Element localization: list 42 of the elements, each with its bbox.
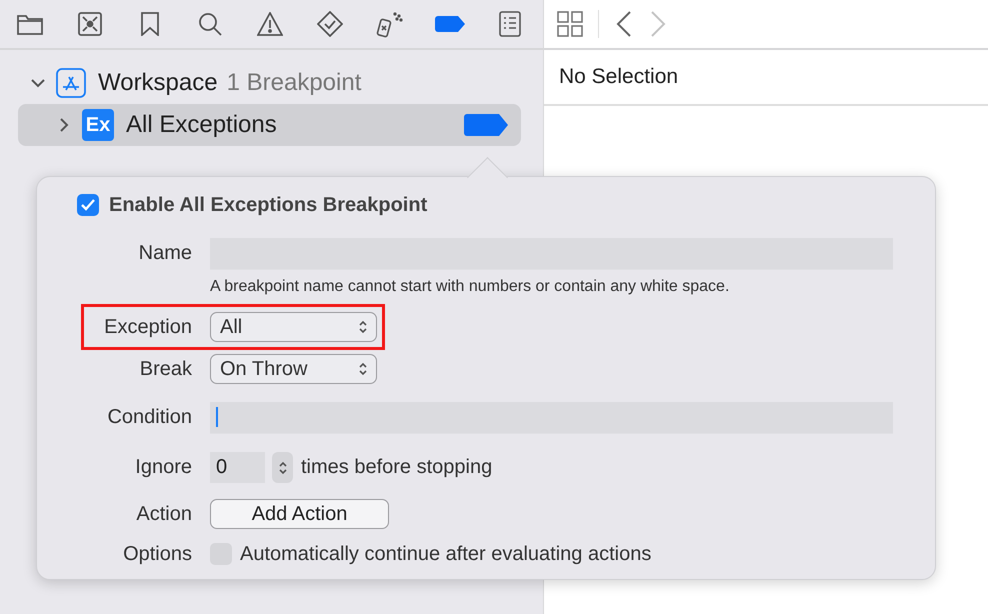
field-label: Break <box>138 358 192 380</box>
enable-label: Enable All Exceptions Breakpoint <box>109 194 428 216</box>
up-down-icon <box>358 319 368 335</box>
inspector-title: No Selection <box>544 50 988 106</box>
up-down-icon <box>358 361 368 377</box>
app-store-icon <box>56 68 86 98</box>
spray-can-icon <box>376 10 404 38</box>
condition-field[interactable] <box>210 402 893 434</box>
field-label: Ignore <box>134 456 192 479</box>
selected-row[interactable]: Ex All Exceptions <box>18 104 521 146</box>
tree-label: All Exceptions <box>126 111 277 139</box>
breakpoint-count: 1 Breakpoint <box>226 69 362 97</box>
ignore-count-field[interactable]: 0 <box>210 452 265 483</box>
field-label: Action <box>135 502 192 526</box>
up-down-icon <box>278 460 288 476</box>
bookmark-icon <box>141 12 159 36</box>
field-label: Condition <box>106 406 192 429</box>
stepper[interactable] <box>272 452 293 483</box>
popup-select[interactable]: All <box>210 312 377 342</box>
popup-select[interactable]: On Throw <box>210 354 377 384</box>
grid-icon[interactable] <box>556 10 584 38</box>
warning-icon <box>257 12 283 36</box>
ignore-suffix: times before stopping <box>301 456 492 479</box>
breakpoint-tag-icon[interactable] <box>463 113 509 137</box>
target-square-icon <box>78 12 102 36</box>
search-icon <box>198 12 222 36</box>
add-action-button[interactable]: Add Action <box>210 499 389 529</box>
diamond-check-icon <box>317 11 343 37</box>
field-label: Name <box>138 242 192 265</box>
enable-checkbox[interactable] <box>77 194 99 216</box>
auto-continue-label: Automatically continue after evaluating actions <box>240 542 652 566</box>
name-hint: A breakpoint name cannot start with numbers or contain any white space. <box>210 278 730 296</box>
field-label: Options <box>122 542 192 566</box>
folder-icon <box>17 13 43 35</box>
list-icon <box>499 11 521 37</box>
chevron-right-icon <box>649 10 667 38</box>
tree-label: Workspace <box>98 69 218 97</box>
chevron-left-icon <box>615 10 633 38</box>
checkmark-icon <box>81 199 95 211</box>
breakpoint-tag-icon <box>435 16 465 32</box>
field-label: Exception <box>103 316 192 338</box>
exception-badge: Ex <box>82 109 114 141</box>
